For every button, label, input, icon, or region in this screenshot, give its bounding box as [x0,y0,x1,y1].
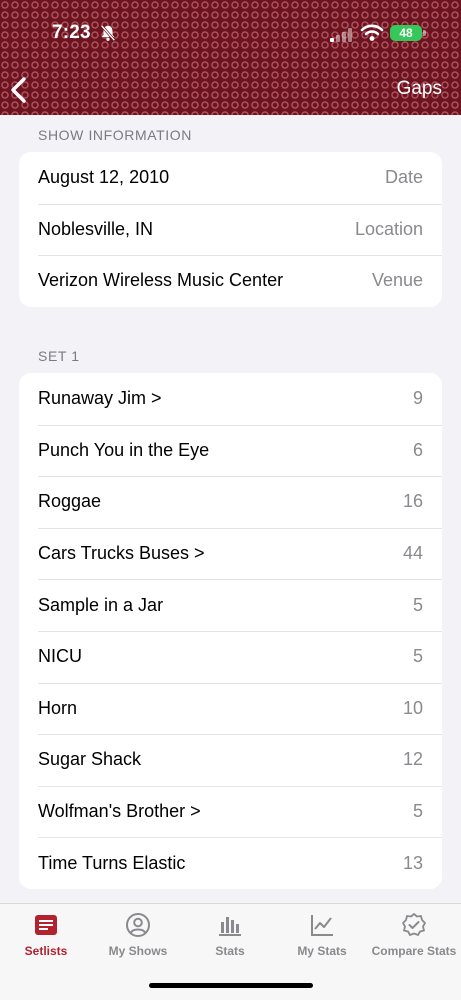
tab-compare-stats[interactable]: Compare Stats [368,912,460,968]
back-chevron-icon[interactable] [8,74,32,106]
song-gap: 6 [412,439,423,460]
tab-setlists[interactable]: Setlists [0,912,92,968]
info-location-value: Noblesville, IN [38,218,154,239]
wifi-icon [360,24,384,41]
gaps-button[interactable]: Gaps [397,78,442,100]
status-bar: 7:23 48 [0,0,461,60]
song-gap: 5 [412,801,423,822]
section-header-set1: SET 1 [38,348,80,364]
song-title: Runaway Jim > [38,388,162,409]
song-row[interactable]: Cars Trucks Buses > 44 [19,527,442,580]
song-row[interactable]: Roggae 16 [19,476,442,528]
song-gap: 13 [402,852,423,873]
song-title: Wolfman's Brother > [38,801,201,822]
song-title: Sample in a Jar [38,594,164,615]
tab-setlists-label: Setlists [24,944,68,958]
song-title: Punch You in the Eye [38,439,210,460]
song-row[interactable]: Wolfman's Brother > 5 [19,785,442,838]
info-date-value: August 12, 2010 [38,167,170,188]
song-gap: 5 [412,594,423,615]
info-row-location: Noblesville, IN Location [19,203,442,256]
song-title: Horn [38,697,78,718]
song-gap: 44 [402,543,423,564]
song-row[interactable]: Horn 10 [19,682,442,735]
info-venue-label: Venue [371,270,423,291]
tab-my-shows[interactable]: My Shows [92,912,184,968]
info-venue-value: Verizon Wireless Music Center [38,270,284,291]
song-gap: 10 [402,697,423,718]
song-title: Sugar Shack [38,749,142,770]
battery-icon: 48 [390,25,422,41]
status-time: 7:23 [52,22,91,43]
info-row-date: August 12, 2010 Date [19,152,442,204]
setlists-icon [35,915,57,935]
song-row[interactable]: Sugar Shack 12 [19,734,442,786]
song-row[interactable]: Runaway Jim > 9 [19,373,442,425]
home-indicator[interactable] [149,983,313,988]
set1-card: Runaway Jim > 9 Punch You in the Eye 6 R… [19,373,442,889]
song-row[interactable]: NICU 5 [19,630,442,683]
show-info-card: August 12, 2010 Date Noblesville, IN Loc… [19,152,442,307]
tab-my-shows-label: My Shows [108,944,168,958]
song-gap: 9 [412,388,423,409]
info-row-venue: Verizon Wireless Music Center Venue [19,255,442,307]
info-location-label: Location [354,218,423,239]
battery-level: 48 [399,26,413,40]
song-title: Cars Trucks Buses > [38,543,205,564]
song-row[interactable]: Punch You in the Eye 6 [19,424,442,477]
bar-chart-icon [219,917,241,936]
song-gap: 12 [402,749,423,770]
song-row[interactable]: Time Turns Elastic 13 [19,837,442,889]
bell-off-icon [100,24,116,42]
tab-my-stats-label: My Stats [297,944,347,958]
song-gap: 5 [412,646,423,667]
song-title: Time Turns Elastic [38,852,186,873]
song-title: Roggae [38,491,102,512]
nav-header: 7:23 48 Gaps [0,0,461,115]
tab-stats-label: Stats [215,944,245,958]
song-row[interactable]: Sample in a Jar 5 [19,579,442,631]
line-chart-icon [311,915,333,936]
cellular-signal-icon [330,28,352,42]
song-gap: 16 [402,491,423,512]
checkmark-seal-icon [402,913,426,936]
tab-stats[interactable]: Stats [184,912,276,968]
info-date-label: Date [384,167,423,188]
person-circle-icon [126,913,150,937]
song-title: NICU [38,646,82,667]
setlist-content[interactable]: SHOW INFORMATION August 12, 2010 Date No… [0,115,461,903]
tab-compare-stats-label: Compare Stats [371,944,457,958]
tab-my-stats[interactable]: My Stats [276,912,368,968]
battery-tip [423,30,426,36]
section-header-show-info: SHOW INFORMATION [38,127,192,143]
